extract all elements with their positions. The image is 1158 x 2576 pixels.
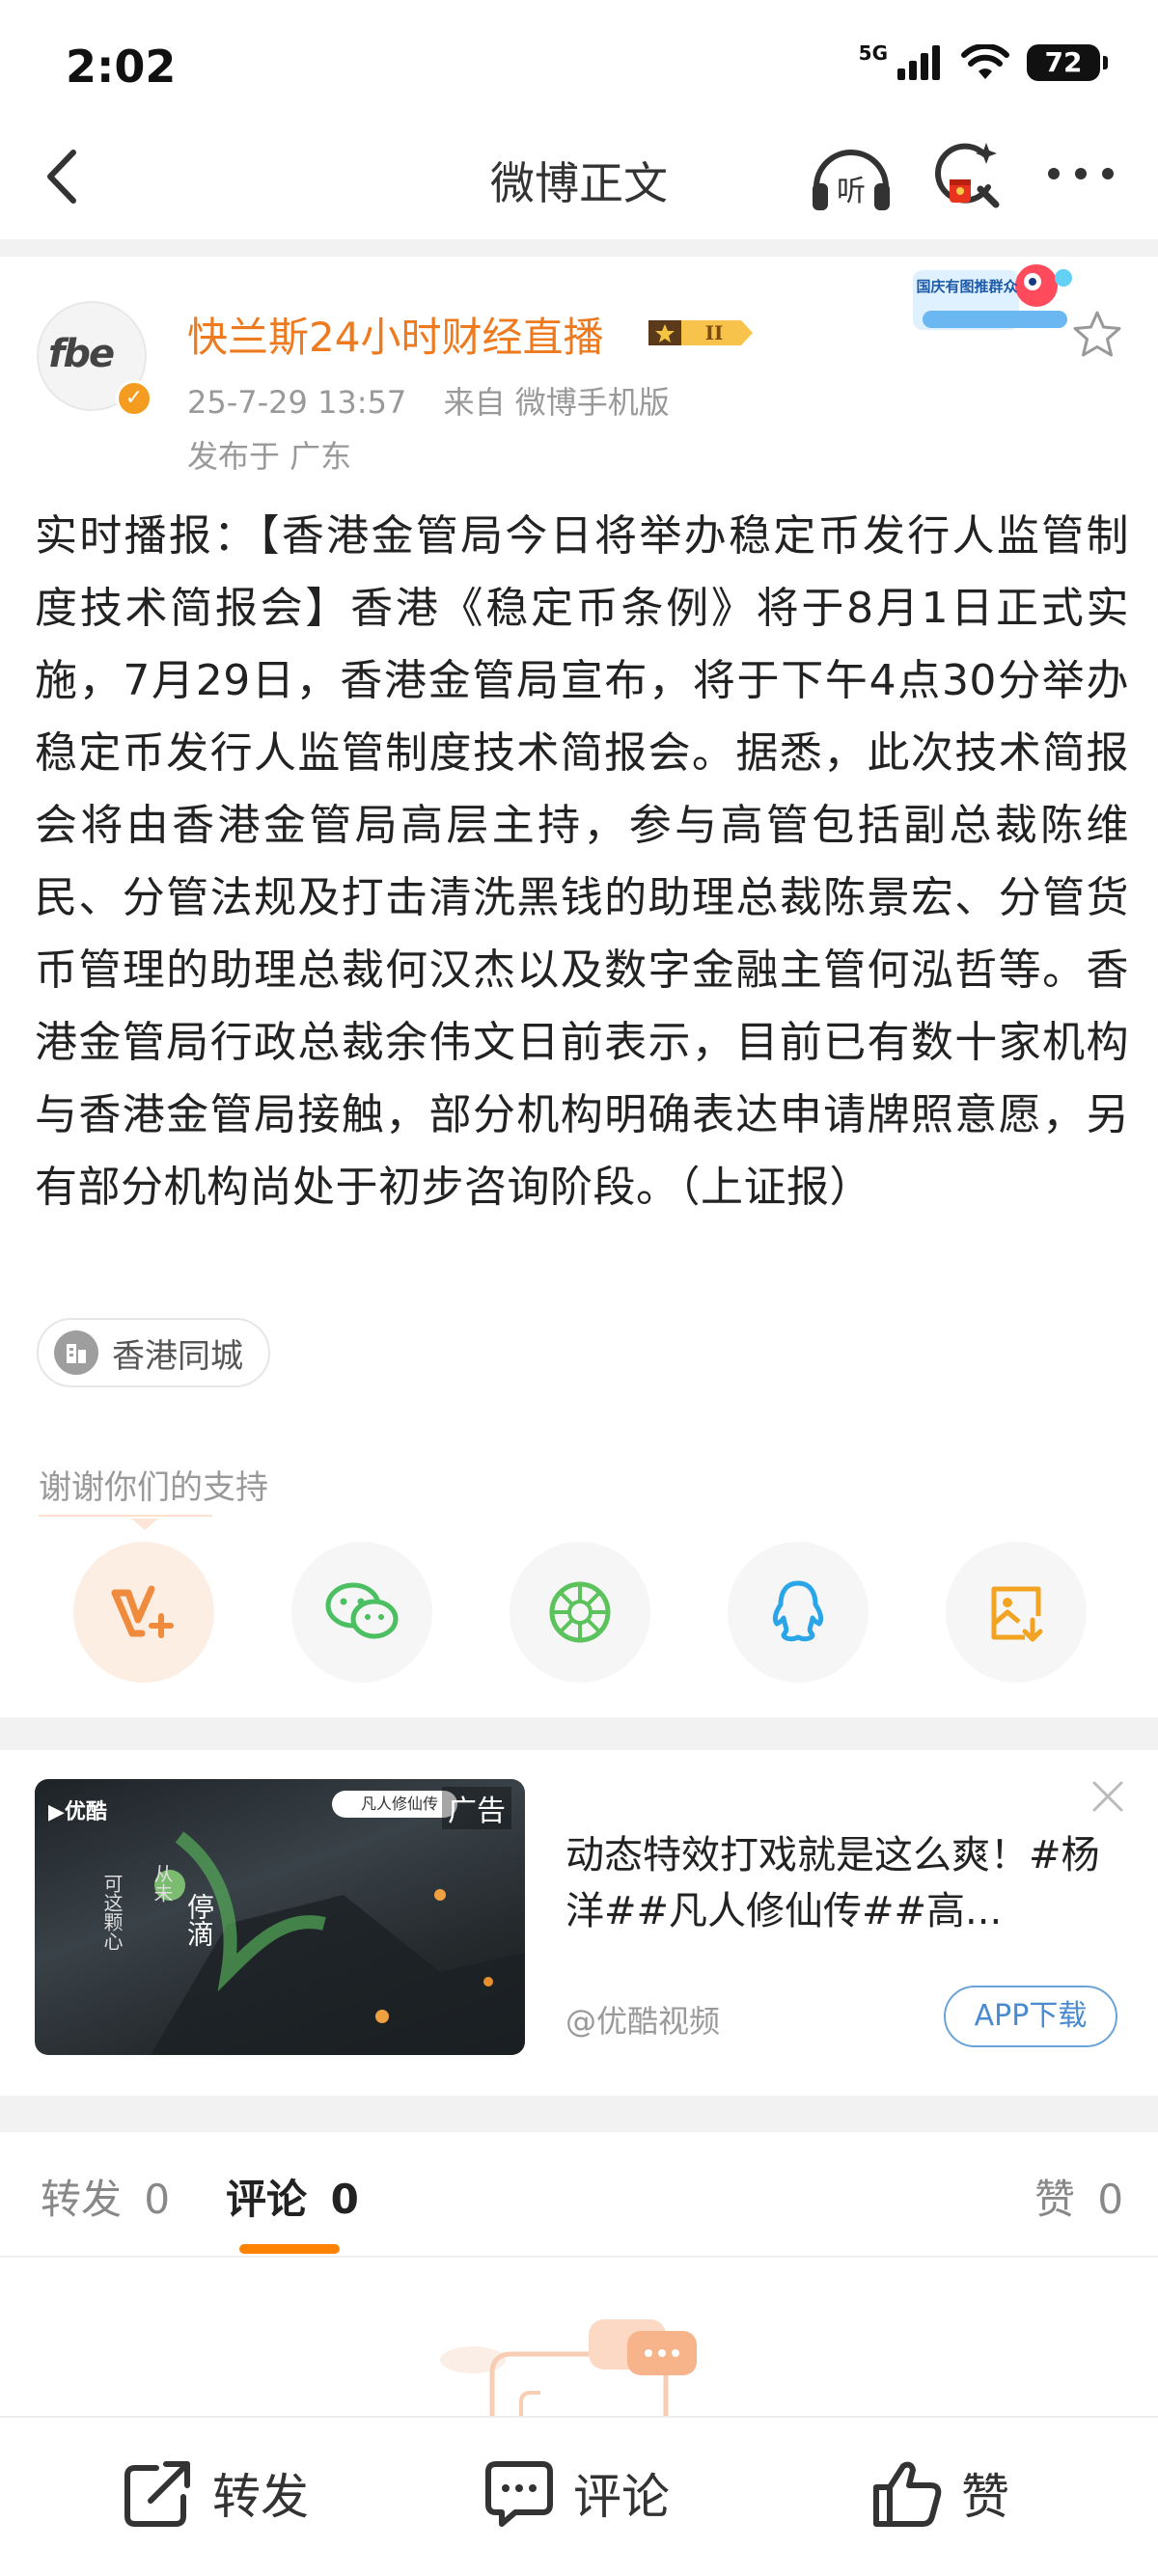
bottom-like-button[interactable]: 赞 (870, 2458, 1009, 2528)
ad-poem: 可这颗心 从未 停滴 (98, 1864, 215, 1999)
network-label: 5G (858, 41, 888, 65)
share-qq-button[interactable] (728, 1542, 868, 1683)
qq-icon (772, 1580, 824, 1642)
tab-repost-count: 0 (144, 2176, 171, 2223)
section-divider (0, 1717, 1158, 1750)
vip-badge-icon[interactable]: II (645, 313, 757, 351)
topic-label: 香港同城 (112, 1336, 243, 1376)
status-icons: 5G 72 (858, 41, 1108, 81)
bottom-like-label: 赞 (961, 2469, 1009, 2525)
building-icon (54, 1330, 98, 1375)
share-moments-button[interactable] (510, 1542, 650, 1683)
battery-indicator: 72 (1027, 44, 1108, 81)
share-wechat-button[interactable] (291, 1542, 432, 1683)
save-image-icon (991, 1586, 1043, 1642)
share-vplus-button[interactable] (73, 1542, 214, 1683)
tab-comment-count: 0 (330, 2176, 359, 2223)
share-save-image-button[interactable] (946, 1542, 1087, 1683)
wechat-icon (325, 1582, 399, 1639)
share-row (0, 1542, 1158, 1685)
post-meta: 25-7-29 13:57 来自 微博手机版 (187, 378, 670, 423)
bottom-repost-label: 转发 (212, 2469, 309, 2525)
ad-tag: 广告 (442, 1787, 511, 1829)
star-icon[interactable] (1071, 309, 1123, 361)
ad-download-button[interactable]: APP下载 (944, 1986, 1117, 2047)
ad-brand-label: ▶优酷 (48, 1800, 107, 1824)
headphones-icon: 听 (813, 150, 890, 210)
ad-poem-line-1: 可这颗心 (100, 1874, 124, 1951)
post-timestamp: 25-7-29 13:57 (187, 384, 407, 421)
post-source: 来自 微博手机版 (443, 384, 670, 421)
support-text: 谢谢你们的支持 (39, 1468, 268, 1507)
section-divider (0, 2096, 1158, 2132)
post-location: 发布于 广东 (187, 438, 352, 475)
search-button[interactable] (928, 137, 1006, 214)
more-icon[interactable] (1042, 154, 1119, 193)
divider (0, 239, 1158, 257)
ad-source[interactable]: @优酷视频 (565, 1997, 720, 2042)
bottom-comment-label: 评论 (573, 2469, 670, 2525)
status-bar: 2:02 5G 72 (0, 0, 1158, 135)
author-name[interactable]: 快兰斯24小时财经直播 (187, 305, 603, 364)
avatar[interactable]: fbe ✓ (37, 301, 152, 417)
status-time: 2:02 (66, 41, 177, 93)
ad-poem-line-3: 停滴 (183, 1893, 215, 1947)
tab-active-indicator (239, 2244, 340, 2254)
search-sparkle-icon (935, 143, 1000, 208)
moments-icon (549, 1581, 611, 1643)
wifi-icon (961, 44, 1009, 79)
bottom-action-bar: 转发 评论 赞 (0, 2416, 1158, 2576)
bottom-comment-button[interactable]: 评论 (482, 2458, 670, 2528)
ad-title[interactable]: 动态特效打戏就是这么爽！#杨洋##凡人修仙传##高... (565, 1827, 1106, 1939)
tab-repost[interactable]: 转发 0 (41, 2167, 170, 2226)
repost-icon (124, 2461, 190, 2527)
tab-comment[interactable]: 评论 0 (226, 2167, 359, 2226)
bottom-repost-button[interactable]: 转发 (122, 2458, 309, 2528)
post-body: 实时播报：【香港金管局今日将举办稳定币发行人监管制度技术简报会】香港《稳定币条例… (35, 511, 1129, 1212)
empty-comments-illustration (440, 2319, 697, 2422)
listen-button[interactable]: 听 (807, 137, 896, 214)
signal-icon (897, 45, 940, 80)
support-caret-icon (131, 1519, 158, 1530)
support-divider (39, 1515, 212, 1517)
promo-text: 国庆有图推群众 (916, 278, 1017, 295)
thumbs-up-icon (873, 2461, 942, 2527)
ad-search-chip: 凡人修仙传 (332, 1791, 457, 1818)
ad-poem-line-2: 从未 (151, 1864, 174, 1903)
promo-mascot-icon: 国庆有图推群众 (913, 264, 1072, 330)
interaction-tabs: 转发 0 评论 0 赞 0 (0, 2132, 1158, 2258)
comment-icon (485, 2461, 553, 2527)
topic-chip[interactable]: 香港同城 (37, 1318, 270, 1387)
nav-bar: 微博正文 听 (0, 116, 1158, 239)
avatar-logo-text: fbe (48, 332, 115, 376)
tab-like-count: 0 (1097, 2176, 1124, 2223)
verified-badge-icon: ✓ (116, 380, 152, 417)
listen-label: 听 (837, 175, 866, 208)
tab-like-label: 赞 (1034, 2176, 1076, 2223)
tab-repost-label: 转发 (41, 2176, 123, 2223)
promo-sticker[interactable]: 国庆有图推群众 (913, 260, 1087, 343)
tab-like[interactable]: 赞 0 (1034, 2167, 1123, 2226)
vip-level: II (705, 321, 724, 344)
vplus-icon (111, 1585, 174, 1638)
close-icon[interactable] (1089, 1777, 1127, 1816)
ad-video-thumbnail[interactable]: ▶优酷 凡人修仙传 广告 可这颗心 从未 停滴 (35, 1779, 525, 2055)
ad-brand-text: 优酷 (64, 1800, 107, 1824)
tab-comment-label: 评论 (226, 2176, 308, 2223)
